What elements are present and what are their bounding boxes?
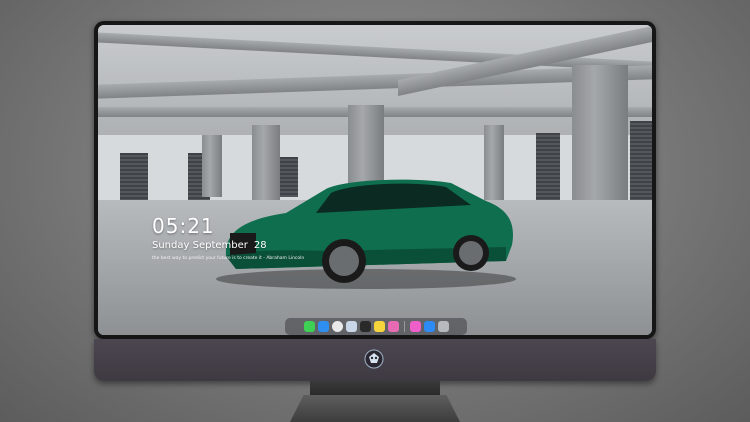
dock [285, 318, 467, 335]
monitor-stand-neck [310, 381, 440, 395]
garage-door [536, 133, 560, 205]
dock-separator [403, 321, 405, 332]
monitor-stand-base [290, 395, 460, 422]
garage-door [120, 153, 148, 201]
claquette-icon[interactable] [359, 321, 371, 332]
finder-icon[interactable] [317, 321, 329, 332]
brand-logo-icon [364, 349, 384, 369]
monitor-chin [94, 339, 656, 381]
monitor-frame: 05:21 Sunday September 28 the best way to… [94, 21, 656, 339]
wallpaper [98, 25, 652, 335]
lockscreen-day: 28 [253, 240, 267, 251]
photos-icon[interactable] [387, 321, 399, 332]
lockscreen-weekday-month: Sunday September [152, 240, 248, 251]
screenshot-icon[interactable] [437, 321, 449, 332]
messages-icon[interactable] [303, 321, 315, 332]
lockscreen-quote: the best way to predict your future is t… [152, 256, 305, 261]
lockscreen-time: 05:21 [152, 214, 215, 238]
desktop-screen: 05:21 Sunday September 28 the best way to… [98, 25, 652, 335]
appstore-icon[interactable] [423, 321, 435, 332]
notes-icon[interactable] [373, 321, 385, 332]
safari-icon[interactable] [331, 321, 343, 332]
lockscreen-date: Sunday September 28 [152, 240, 267, 251]
preview-icon[interactable] [345, 321, 357, 332]
car-illustration [216, 179, 516, 289]
music-icon[interactable] [409, 321, 421, 332]
garage-door [630, 121, 652, 211]
